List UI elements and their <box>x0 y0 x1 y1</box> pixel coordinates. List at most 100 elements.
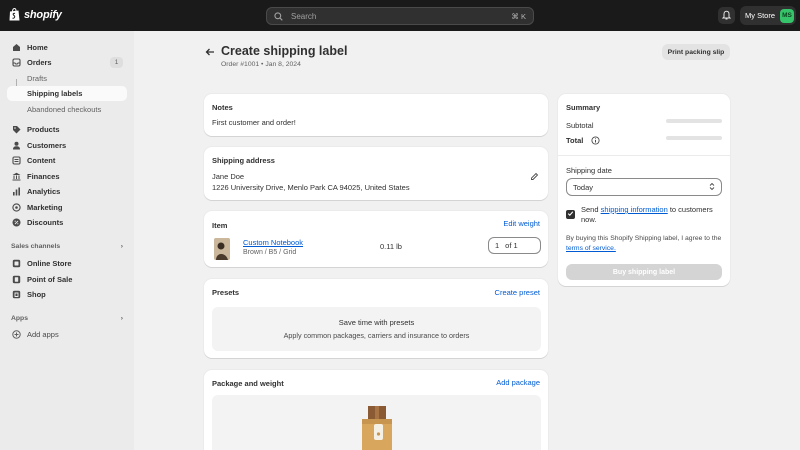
total-value-placeholder <box>666 136 722 140</box>
terms-text: By buying this Shopify Shipping label, I… <box>566 234 724 254</box>
send-info-checkbox[interactable] <box>566 210 575 219</box>
buy-shipping-label-button[interactable]: Buy shipping label <box>566 264 722 280</box>
shopify-logo[interactable]: shopify <box>9 7 62 21</box>
content-icon <box>12 156 21 165</box>
quantity-of: of 1 <box>505 241 518 250</box>
terms-of-service-link[interactable]: terms of service. <box>566 245 616 252</box>
presets-title: Presets <box>212 288 240 297</box>
notes-card: Notes First customer and order! <box>204 94 548 136</box>
sidebar-item-label: Shop <box>27 290 46 299</box>
presets-card: Presets Create preset Save time with pre… <box>204 279 548 358</box>
send-prefix: Send <box>581 205 599 214</box>
section-label: Apps <box>11 315 28 322</box>
total-label: Total <box>566 136 584 145</box>
sidebar-item-abandoned-checkouts[interactable]: Abandoned checkouts <box>7 102 127 117</box>
sidebar-item-online-store[interactable]: Online Store <box>7 256 127 271</box>
bar-chart-icon <box>12 187 21 196</box>
sidebar-item-label: Home <box>27 43 48 52</box>
shipping-address-card: Shipping address Jane Doe 1226 Universit… <box>204 147 548 200</box>
store-menu-button[interactable]: My Store MS <box>740 6 796 25</box>
inbox-icon <box>12 58 21 67</box>
shipping-information-link[interactable]: shipping information <box>601 205 668 214</box>
sidebar-item-analytics[interactable]: Analytics <box>7 184 127 199</box>
presets-empty-state: Save time with presets Apply common pack… <box>212 307 541 351</box>
info-icon[interactable] <box>591 136 600 147</box>
sidebar-item-label: Drafts <box>27 74 48 83</box>
address-line: 1226 University Drive, Menlo Park CA 940… <box>212 183 410 192</box>
sidebar-item-shop[interactable]: Shop <box>7 287 127 302</box>
divider <box>558 155 730 156</box>
presets-empty-title: Save time with presets <box>338 318 415 327</box>
sidebar-item-label: Content <box>27 156 56 165</box>
item-weight: 0.11 lb <box>380 242 402 251</box>
home-icon <box>12 43 21 52</box>
shop-icon <box>12 290 21 299</box>
add-package-link[interactable]: Add package <box>496 378 540 387</box>
shopping-bag-icon <box>9 7 20 21</box>
product-thumbnail <box>214 238 230 260</box>
sidebar-item-label: Customers <box>27 141 67 150</box>
back-arrow-icon[interactable] <box>205 47 215 57</box>
sidebar-item-add-apps[interactable]: Add apps <box>7 327 127 342</box>
search-shortcut: ⌘ K <box>511 11 526 21</box>
sidebar-item-drafts[interactable]: Drafts <box>7 71 127 86</box>
sidebar-item-marketing[interactable]: Marketing <box>7 200 127 215</box>
sidebar-item-products[interactable]: Products <box>7 122 127 137</box>
sidebar-item-orders[interactable]: Orders 1 <box>7 55 127 70</box>
item-card: Item Edit weight Custom Notebook Brown /… <box>204 211 548 267</box>
product-name-link[interactable]: Custom Notebook <box>243 238 303 247</box>
create-preset-link[interactable]: Create preset <box>495 288 540 297</box>
subtotal-value-placeholder <box>666 119 722 123</box>
sidebar-item-label: Products <box>27 125 60 134</box>
sidebar-item-content[interactable]: Content <box>7 153 127 168</box>
sidebar-item-shipping-labels[interactable]: Shipping labels <box>7 86 127 101</box>
section-label: Sales channels <box>11 243 61 250</box>
orders-count-badge: 1 <box>110 57 123 68</box>
pos-icon <box>12 275 21 284</box>
apps-heading[interactable]: Apps › <box>11 315 123 322</box>
bank-icon <box>12 172 21 181</box>
search-input[interactable]: Search ⌘ K <box>266 7 534 25</box>
chevron-right-icon: › <box>120 243 123 250</box>
sidebar-item-point-of-sale[interactable]: Point of Sale <box>7 272 127 287</box>
summary-card: Summary Subtotal Total Shipping date Tod… <box>558 94 730 286</box>
sidebar-item-label: Point of Sale <box>27 275 73 284</box>
shipping-date-value: Today <box>573 182 594 192</box>
page-title: Create shipping label <box>221 44 348 58</box>
sidebar-item-home[interactable]: Home <box>7 40 127 55</box>
address-name: Jane Doe <box>212 172 245 181</box>
discount-icon <box>12 218 21 227</box>
package-card: Package and weight Add package <box>204 370 548 450</box>
store-name: My Store <box>745 11 776 20</box>
package-illustration-area <box>212 395 541 450</box>
sidebar-item-label: Shipping labels <box>27 89 83 98</box>
package-title: Package and weight <box>212 379 284 388</box>
sidebar-item-label: Orders <box>27 58 52 67</box>
plus-circle-icon <box>12 330 21 339</box>
store-icon <box>12 259 21 268</box>
notes-text: First customer and order! <box>212 118 296 127</box>
brand-name: shopify <box>24 8 62 21</box>
sidebar-item-label: Add apps <box>27 330 59 339</box>
sidebar-item-label: Marketing <box>27 203 63 212</box>
top-bar: shopify Search ⌘ K My Store MS <box>0 0 800 31</box>
sidebar-item-finances[interactable]: Finances <box>7 169 127 184</box>
sidebar-item-label: Finances <box>27 172 60 181</box>
quantity-input[interactable]: 1 of 1 <box>488 237 541 254</box>
print-packing-slip-button[interactable]: Print packing slip <box>662 44 730 60</box>
search-icon <box>274 11 283 21</box>
edit-pencil-icon[interactable] <box>530 172 539 183</box>
presets-empty-text: Apply common packages, carriers and insu… <box>283 331 470 340</box>
sidebar-item-customers[interactable]: Customers <box>7 138 127 153</box>
sales-channels-heading[interactable]: Sales channels › <box>11 243 123 250</box>
notifications-button[interactable] <box>718 7 735 24</box>
chevron-updown-icon <box>709 182 715 193</box>
shipping-date-select[interactable]: Today <box>566 178 722 196</box>
sidebar-item-label: Discounts <box>27 218 64 227</box>
product-variant: Brown / B5 / Grid <box>243 249 297 256</box>
edit-weight-link[interactable]: Edit weight <box>503 219 540 228</box>
sidebar-item-discounts[interactable]: Discounts <box>7 215 127 230</box>
tag-icon <box>12 125 21 134</box>
person-icon <box>12 141 21 150</box>
address-title: Shipping address <box>212 156 275 165</box>
